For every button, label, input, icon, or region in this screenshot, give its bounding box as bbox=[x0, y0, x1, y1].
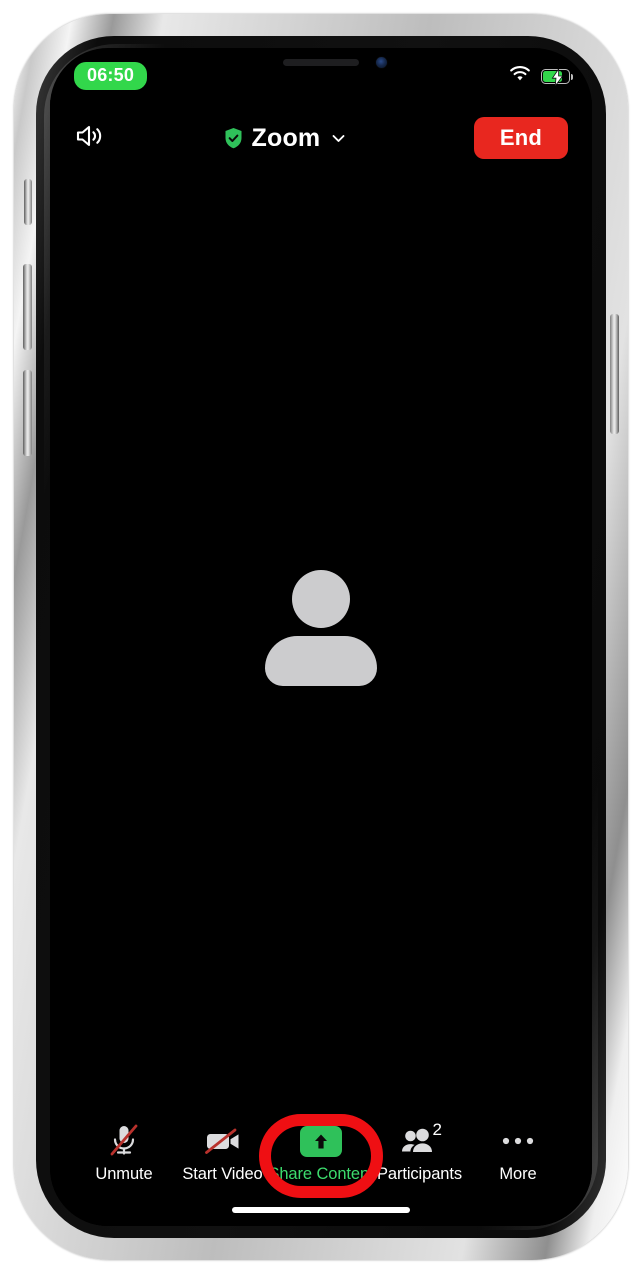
ring-silent-switch[interactable] bbox=[24, 179, 32, 225]
more-dots-icon bbox=[501, 1122, 535, 1160]
microphone-muted-icon bbox=[107, 1122, 141, 1160]
toolbar-label-start-video: Start Video bbox=[182, 1165, 263, 1183]
volume-up-button[interactable] bbox=[23, 264, 32, 350]
front-camera-icon bbox=[376, 57, 387, 68]
battery-charging-icon bbox=[541, 69, 573, 86]
status-bar-time-pill[interactable]: 06:50 bbox=[74, 62, 148, 90]
status-bar-indicators bbox=[508, 62, 573, 88]
toolbar-item-start-video[interactable]: Start Video bbox=[175, 1122, 271, 1184]
home-indicator[interactable] bbox=[232, 1207, 410, 1213]
device-notch bbox=[225, 48, 417, 78]
participants-icon: 2 bbox=[400, 1120, 442, 1160]
screenshot-stage: 06:50 Zoom End Unmute Start Video Share … bbox=[0, 0, 642, 1274]
video-camera-off-icon bbox=[203, 1122, 243, 1160]
wifi-icon bbox=[508, 65, 532, 88]
toolbar-item-participants[interactable]: 2 Participants bbox=[372, 1120, 468, 1184]
video-stage[interactable] bbox=[50, 176, 592, 1104]
participants-count-badge: 2 bbox=[432, 1120, 442, 1139]
toolbar-item-unmute[interactable]: Unmute bbox=[76, 1122, 172, 1184]
toolbar-label-participants: Participants bbox=[376, 1165, 462, 1183]
end-meeting-button[interactable]: End bbox=[473, 116, 568, 160]
earpiece-speaker bbox=[283, 59, 359, 66]
phone-screen: 06:50 Zoom End Unmute Start Video Share … bbox=[50, 48, 592, 1226]
chevron-down-icon bbox=[331, 131, 346, 146]
toolbar-item-share-content[interactable]: Share Content bbox=[268, 1122, 374, 1184]
meeting-top-bar: Zoom End bbox=[50, 100, 592, 176]
shield-check-icon bbox=[224, 127, 243, 149]
meeting-toolbar: Unmute Start Video Share Content 2 Parti… bbox=[50, 1104, 592, 1226]
toolbar-label-more: More bbox=[499, 1165, 537, 1183]
meeting-title-dropdown[interactable]: Zoom bbox=[224, 124, 347, 153]
person-placeholder-icon bbox=[261, 570, 381, 690]
share-arrow-up-icon bbox=[300, 1122, 342, 1160]
toolbar-label-unmute: Unmute bbox=[95, 1165, 153, 1183]
side-power-button[interactable] bbox=[610, 314, 619, 434]
meeting-title: Zoom bbox=[251, 123, 321, 152]
speaker-audio-icon[interactable] bbox=[74, 122, 108, 155]
toolbar-item-more[interactable]: More bbox=[470, 1122, 566, 1184]
volume-down-button[interactable] bbox=[23, 370, 32, 456]
toolbar-label-share-content: Share Content bbox=[268, 1165, 374, 1183]
